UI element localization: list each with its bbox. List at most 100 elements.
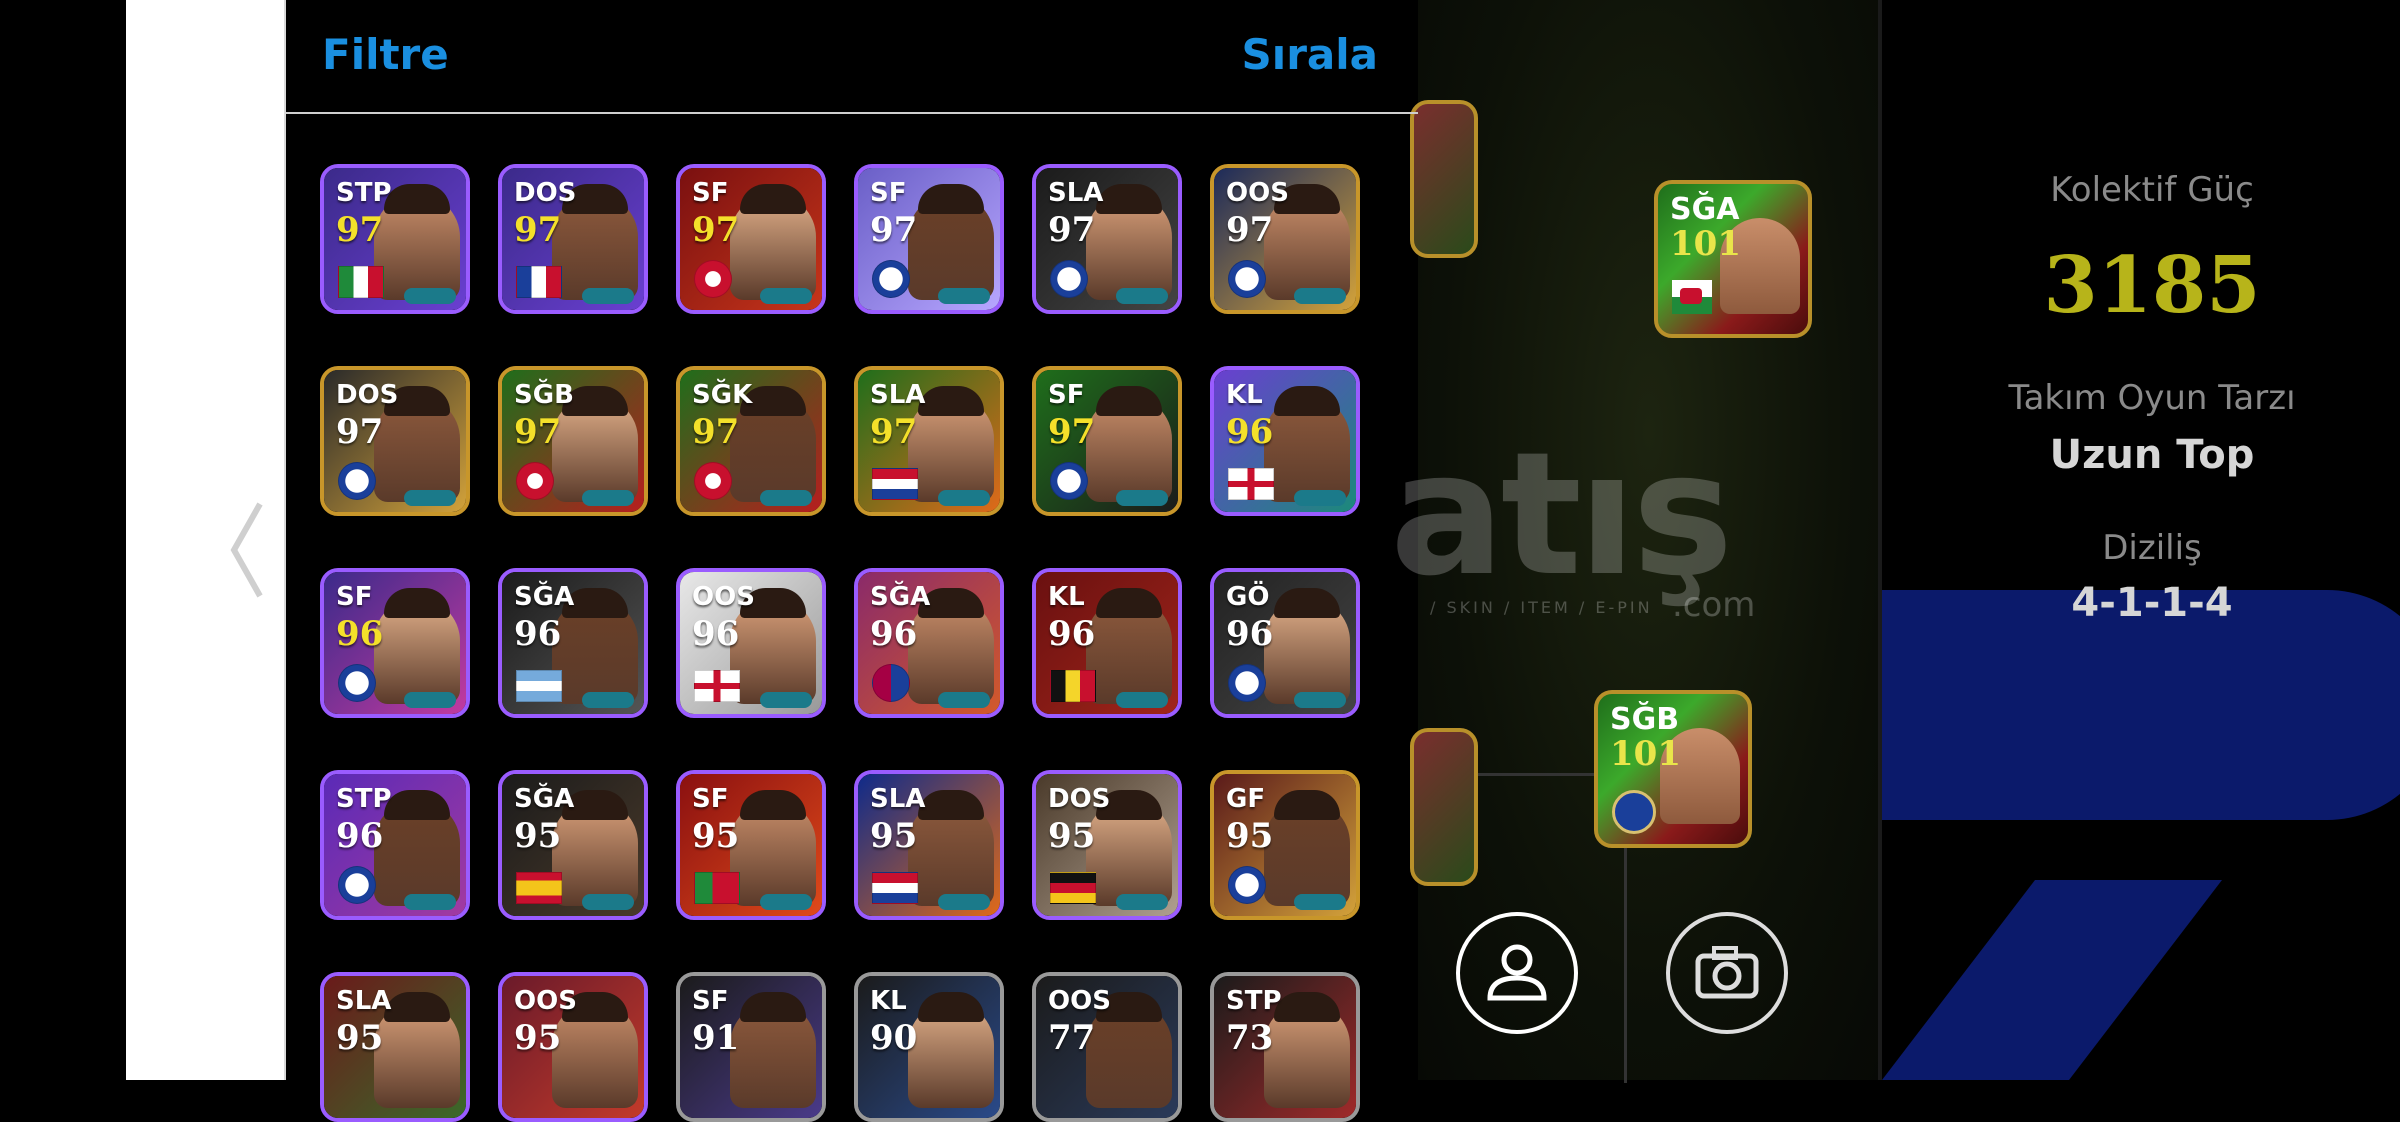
player-position: STP — [336, 178, 392, 208]
player-position: SLA — [336, 986, 392, 1016]
player-rating: 77 — [1048, 1018, 1096, 1058]
skill-badge-icon — [582, 692, 634, 708]
wales-flag-icon — [1672, 280, 1712, 314]
player-position: OOS — [692, 582, 755, 612]
player-hair — [740, 790, 806, 820]
player-card[interactable]: GÖ 96 — [1210, 568, 1360, 718]
pitch-player-card-partial[interactable] — [1410, 100, 1478, 258]
player-position: SĞA — [514, 784, 575, 814]
player-rating: 95 — [692, 816, 740, 856]
france-flag-icon — [516, 266, 562, 298]
italy-flag-icon — [338, 266, 384, 298]
player-card[interactable]: SLA 97 — [1032, 164, 1182, 314]
belgium-flag-icon — [1050, 670, 1096, 702]
pitch-player-card-partial[interactable] — [1410, 728, 1478, 886]
player-position: SF — [692, 178, 729, 208]
player-card[interactable]: SĞK 97 — [676, 366, 826, 516]
skill-badge-icon — [1116, 288, 1168, 304]
club-crest-flag-icon — [1228, 260, 1266, 298]
skill-badge-icon — [760, 288, 812, 304]
arsenal-crest-flag-icon — [694, 260, 732, 298]
player-card[interactable]: SĞA 96 — [498, 568, 648, 718]
team-style-value: Uzun Top — [2049, 432, 2255, 478]
player-card[interactable]: STP 73 — [1210, 972, 1360, 1122]
skill-badge-icon — [1294, 692, 1346, 708]
player-card[interactable]: SĞA 96 — [854, 568, 1004, 718]
argentina-flag-icon — [516, 670, 562, 702]
watermark-text: atış — [1390, 416, 1733, 614]
skill-badge-icon — [1294, 894, 1346, 910]
player-card[interactable]: DOS 97 — [320, 366, 470, 516]
skill-badge-icon — [938, 894, 990, 910]
sort-button[interactable]: Sırala — [1242, 30, 1378, 79]
player-card[interactable]: SĞB 97 — [498, 366, 648, 516]
player-card[interactable]: DOS 95 — [1032, 770, 1182, 920]
player-hair — [384, 184, 450, 214]
player-position: SLA — [870, 784, 926, 814]
player-hair — [740, 184, 806, 214]
player-rating: 96 — [336, 816, 384, 856]
player-card[interactable]: SF 97 — [854, 164, 1004, 314]
player-card[interactable]: SĞA 95 — [498, 770, 648, 920]
skill-badge-icon — [404, 692, 456, 708]
profile-button[interactable] — [1456, 912, 1578, 1034]
player-hair — [1274, 790, 1340, 820]
england-flag-icon — [1228, 468, 1274, 500]
player-hair — [740, 992, 806, 1022]
filter-button[interactable]: Filtre — [322, 30, 449, 79]
club-crest-flag-icon — [872, 260, 910, 298]
player-card[interactable]: SLA 97 — [854, 366, 1004, 516]
player-card[interactable]: SF 96 — [320, 568, 470, 718]
player-card[interactable]: STP 97 — [320, 164, 470, 314]
portugal-flag-icon — [694, 872, 740, 904]
player-card[interactable]: STP 96 — [320, 770, 470, 920]
arsenal-crest-flag-icon — [516, 462, 554, 500]
player-position: OOS — [1048, 986, 1111, 1016]
player-position: SĞK — [692, 380, 753, 410]
player-rating: 97 — [870, 210, 918, 250]
player-card[interactable]: SF 97 — [676, 164, 826, 314]
team-style-label: Takım Oyun Tarzı — [2008, 378, 2296, 418]
player-rating: 97 — [692, 412, 740, 452]
player-card[interactable]: OOS 96 — [676, 568, 826, 718]
player-hair — [1096, 184, 1162, 214]
player-card[interactable]: OOS 77 — [1032, 972, 1182, 1122]
side-divider — [284, 0, 286, 1080]
club-crest-flag-icon — [338, 866, 376, 904]
germany-flag-icon — [1050, 872, 1096, 904]
arsenal-crest-flag-icon — [694, 462, 732, 500]
player-card[interactable]: SF 97 — [1032, 366, 1182, 516]
player-card[interactable]: KL 90 — [854, 972, 1004, 1122]
player-rating: 95 — [1226, 816, 1274, 856]
chevron-left-icon[interactable] — [226, 500, 266, 600]
player-hair — [918, 386, 984, 416]
club-crest-flag-icon — [1050, 260, 1088, 298]
club-crest-flag-icon — [338, 664, 376, 702]
player-rating: 97 — [1048, 210, 1096, 250]
player-card[interactable]: GF 95 — [1210, 770, 1360, 920]
player-card[interactable]: KL 96 — [1032, 568, 1182, 718]
skill-badge-icon — [760, 490, 812, 506]
player-position: OOS — [1226, 178, 1289, 208]
player-card[interactable]: SLA 95 — [320, 972, 470, 1122]
player-card[interactable]: OOS 95 — [498, 972, 648, 1122]
camera-button[interactable] — [1666, 912, 1788, 1034]
player-card[interactable]: OOS 97 — [1210, 164, 1360, 314]
player-rating: 95 — [336, 1018, 384, 1058]
player-card[interactable]: SLA 95 — [854, 770, 1004, 920]
pitch-player-card[interactable]: SĞA 101 — [1654, 180, 1812, 338]
player-card[interactable]: KL 96 — [1210, 366, 1360, 516]
player-position: SLA — [1048, 178, 1104, 208]
club-crest-flag-icon — [1050, 462, 1088, 500]
player-rating: 97 — [514, 412, 562, 452]
pitch-player-card[interactable]: SĞB 101 — [1594, 690, 1752, 848]
england-flag-icon — [694, 670, 740, 702]
player-hair — [384, 588, 450, 618]
player-card[interactable]: SF 91 — [676, 972, 826, 1122]
list-header: Filtre Sırala — [286, 0, 1418, 114]
player-rating: 96 — [870, 614, 918, 654]
player-hair — [384, 992, 450, 1022]
player-card[interactable]: DOS 97 — [498, 164, 648, 314]
player-card[interactable]: SF 95 — [676, 770, 826, 920]
formation-value: 4-1-1-4 — [2071, 580, 2233, 626]
